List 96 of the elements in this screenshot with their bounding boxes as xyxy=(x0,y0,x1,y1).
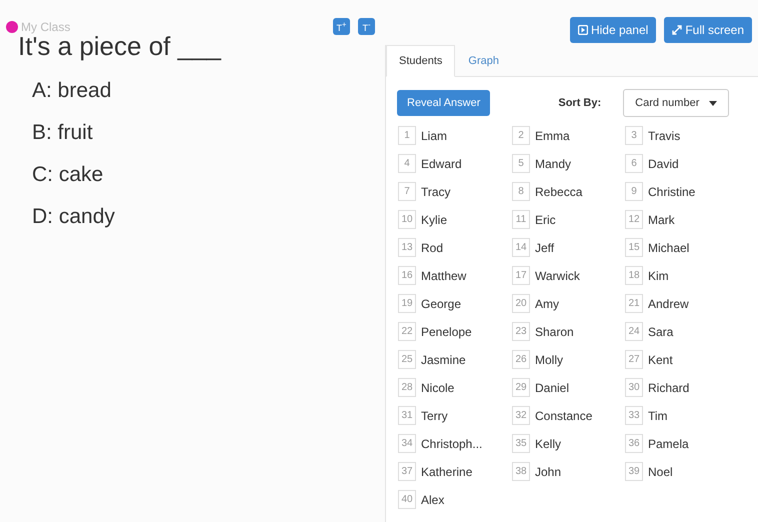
reveal-answer-button[interactable]: Reveal Answer xyxy=(397,90,490,116)
student-name: Jeff xyxy=(535,240,554,254)
student-name: Tracy xyxy=(421,184,451,198)
student-name: Christine xyxy=(648,184,696,198)
student-name: Katherine xyxy=(421,464,472,478)
student-name: Mandy xyxy=(535,156,572,170)
card-number: 7 xyxy=(398,182,416,201)
student-name: Jasmine xyxy=(421,352,466,366)
student-name: Emma xyxy=(535,128,570,142)
student-name: George xyxy=(421,296,462,310)
panel-tab[interactable]: Students xyxy=(386,45,456,77)
card-number: 2 xyxy=(512,126,530,145)
card-number: 27 xyxy=(625,350,643,369)
student-name: Terry xyxy=(421,408,448,422)
student-name: Kim xyxy=(648,268,669,282)
student-name: Daniel xyxy=(535,380,570,394)
student-name: Mark xyxy=(648,212,675,226)
student-name: Liam xyxy=(421,128,448,142)
answer-option: A: bread xyxy=(32,76,385,106)
student-name: Michael xyxy=(648,240,690,254)
card-number: 30 xyxy=(625,378,643,397)
student-name: Amy xyxy=(535,296,559,310)
student-name: Rod xyxy=(421,240,444,254)
student-name: Sara xyxy=(648,324,674,338)
card-number: 6 xyxy=(625,154,643,173)
sort-label: Sort By: xyxy=(558,97,602,109)
card-number: 9 xyxy=(625,182,643,201)
card-number: 34 xyxy=(398,434,416,453)
answer-option: D: candy xyxy=(32,202,385,232)
card-number: 35 xyxy=(512,434,530,453)
card-number: 25 xyxy=(398,350,416,369)
student-name: Matthew xyxy=(421,268,466,282)
student-name: Alex xyxy=(421,492,444,506)
student-name: Warwick xyxy=(535,268,580,282)
card-number: 38 xyxy=(512,462,530,481)
student-name: Travis xyxy=(648,128,680,142)
card-number: 31 xyxy=(398,406,416,425)
student-name: Christoph... xyxy=(421,436,482,450)
card-number: 22 xyxy=(398,322,416,341)
class-name: My Class xyxy=(21,20,70,34)
student-name: Andrew xyxy=(648,296,689,310)
card-number: 18 xyxy=(625,266,643,285)
card-number: 12 xyxy=(625,210,643,229)
answer-option: B: fruit xyxy=(32,118,385,148)
student-name: Molly xyxy=(535,352,564,366)
card-number: 28 xyxy=(398,378,416,397)
card-number: 1 xyxy=(398,126,416,145)
card-number: 32 xyxy=(512,406,530,425)
student-name: Kent xyxy=(648,352,673,366)
card-number: 3 xyxy=(625,126,643,145)
card-number: 36 xyxy=(625,434,643,453)
student-name: Penelope xyxy=(421,324,472,338)
card-number: 21 xyxy=(625,294,643,313)
card-number: 5 xyxy=(512,154,530,173)
card-number: 13 xyxy=(398,238,416,257)
student-name: Kylie xyxy=(421,212,448,226)
student-name: Sharon xyxy=(535,324,574,338)
student-name: John xyxy=(535,464,562,478)
card-number: 37 xyxy=(398,462,416,481)
card-number: 15 xyxy=(625,238,643,257)
card-number: 11 xyxy=(512,210,530,229)
student-name: Eric xyxy=(535,212,556,226)
student-name: Rebecca xyxy=(535,184,582,198)
expand-icon xyxy=(672,25,682,35)
panel-tab[interactable]: Graph xyxy=(455,45,512,77)
caret-icon xyxy=(709,100,718,106)
card-number: 26 xyxy=(512,350,530,369)
card-number: 24 xyxy=(625,322,643,341)
full-screen-button[interactable]: Full screen xyxy=(664,17,752,43)
hide-panel-button[interactable]: Hide panel xyxy=(570,17,656,43)
student-name: Tim xyxy=(648,408,668,422)
student-name: Nicole xyxy=(421,380,454,394)
student-name: Noel xyxy=(648,464,673,478)
student-name: David xyxy=(648,156,679,170)
card-number: 10 xyxy=(398,210,416,229)
student-name: Richard xyxy=(648,380,690,394)
student-name: Edward xyxy=(421,156,462,170)
decrease-text-button[interactable]: T$^{-}$ xyxy=(358,18,375,35)
answer-option: C: cake xyxy=(32,160,385,190)
student-name: Kelly xyxy=(535,436,562,450)
card-number: 17 xyxy=(512,266,530,285)
card-number: 19 xyxy=(398,294,416,313)
student-name: Pamela xyxy=(648,436,689,450)
card-number: 4 xyxy=(398,154,416,173)
card-number: 20 xyxy=(512,294,530,313)
card-number: 40 xyxy=(398,490,416,509)
card-number: 14 xyxy=(512,238,530,257)
sort-dropdown[interactable]: Card number xyxy=(623,89,730,117)
card-number: 8 xyxy=(512,182,530,201)
card-number: 39 xyxy=(625,462,643,481)
card-number: 23 xyxy=(512,322,530,341)
card-number: 16 xyxy=(398,266,416,285)
increase-text-button[interactable]: T$^{+}$ xyxy=(333,18,350,35)
student-name: Constance xyxy=(535,408,592,422)
card-number: 29 xyxy=(512,378,530,397)
card-number: 33 xyxy=(625,406,643,425)
